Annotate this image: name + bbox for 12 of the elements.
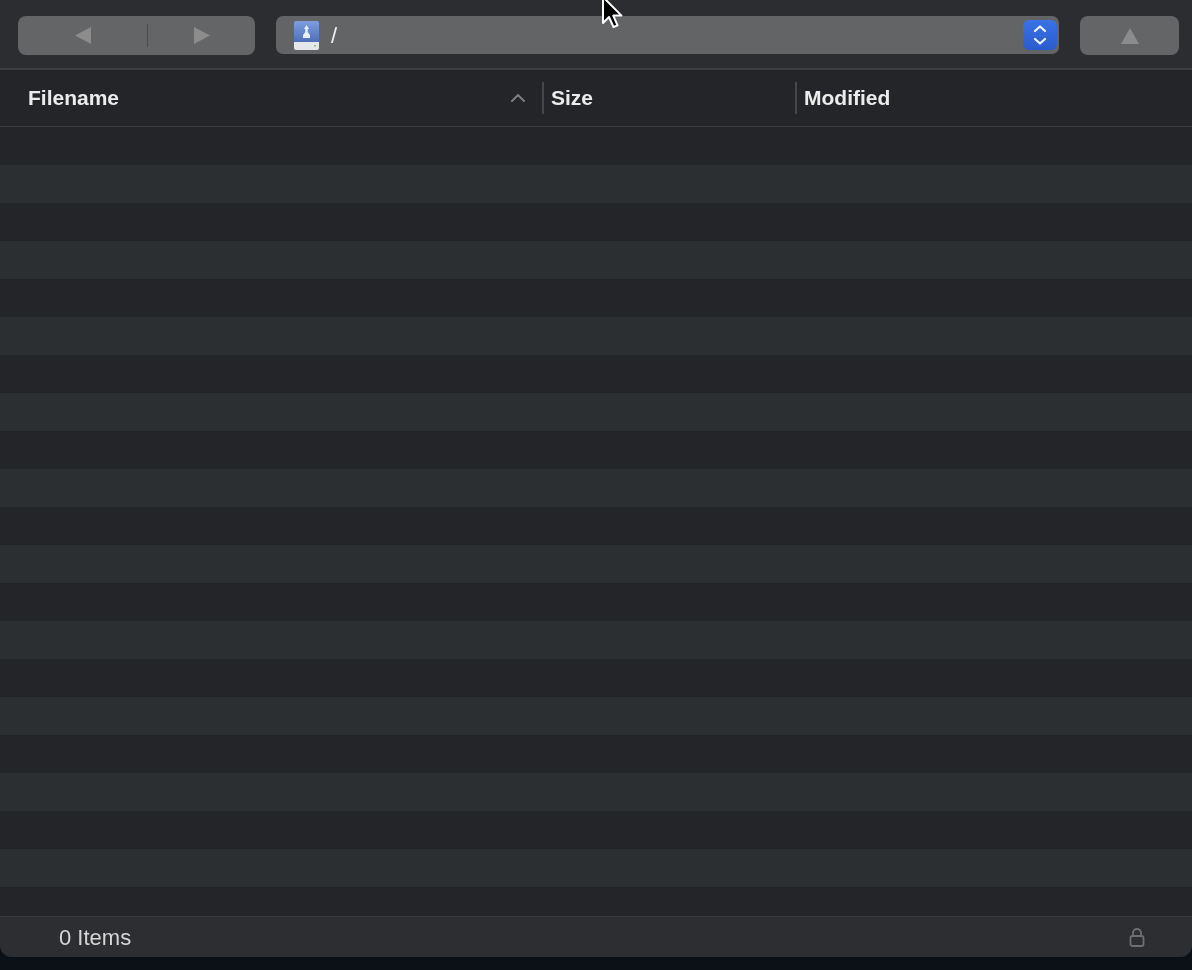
mouse-pointer-icon <box>601 0 625 31</box>
drive-icon <box>293 20 320 50</box>
column-header[interactable]: Filename <box>0 70 542 126</box>
column-header[interactable]: Size <box>544 70 795 126</box>
up-down-chevron-icon <box>1023 20 1057 50</box>
lock-icon <box>1129 927 1145 947</box>
item-count: 0 Items <box>59 923 133 952</box>
left-triangle-icon <box>74 27 91 44</box>
up-triangle-icon <box>1120 27 1139 44</box>
path-popup-button[interactable]: / <box>276 16 1059 54</box>
right-triangle-icon <box>193 27 210 44</box>
column-header[interactable]: Modified <box>797 70 1192 126</box>
